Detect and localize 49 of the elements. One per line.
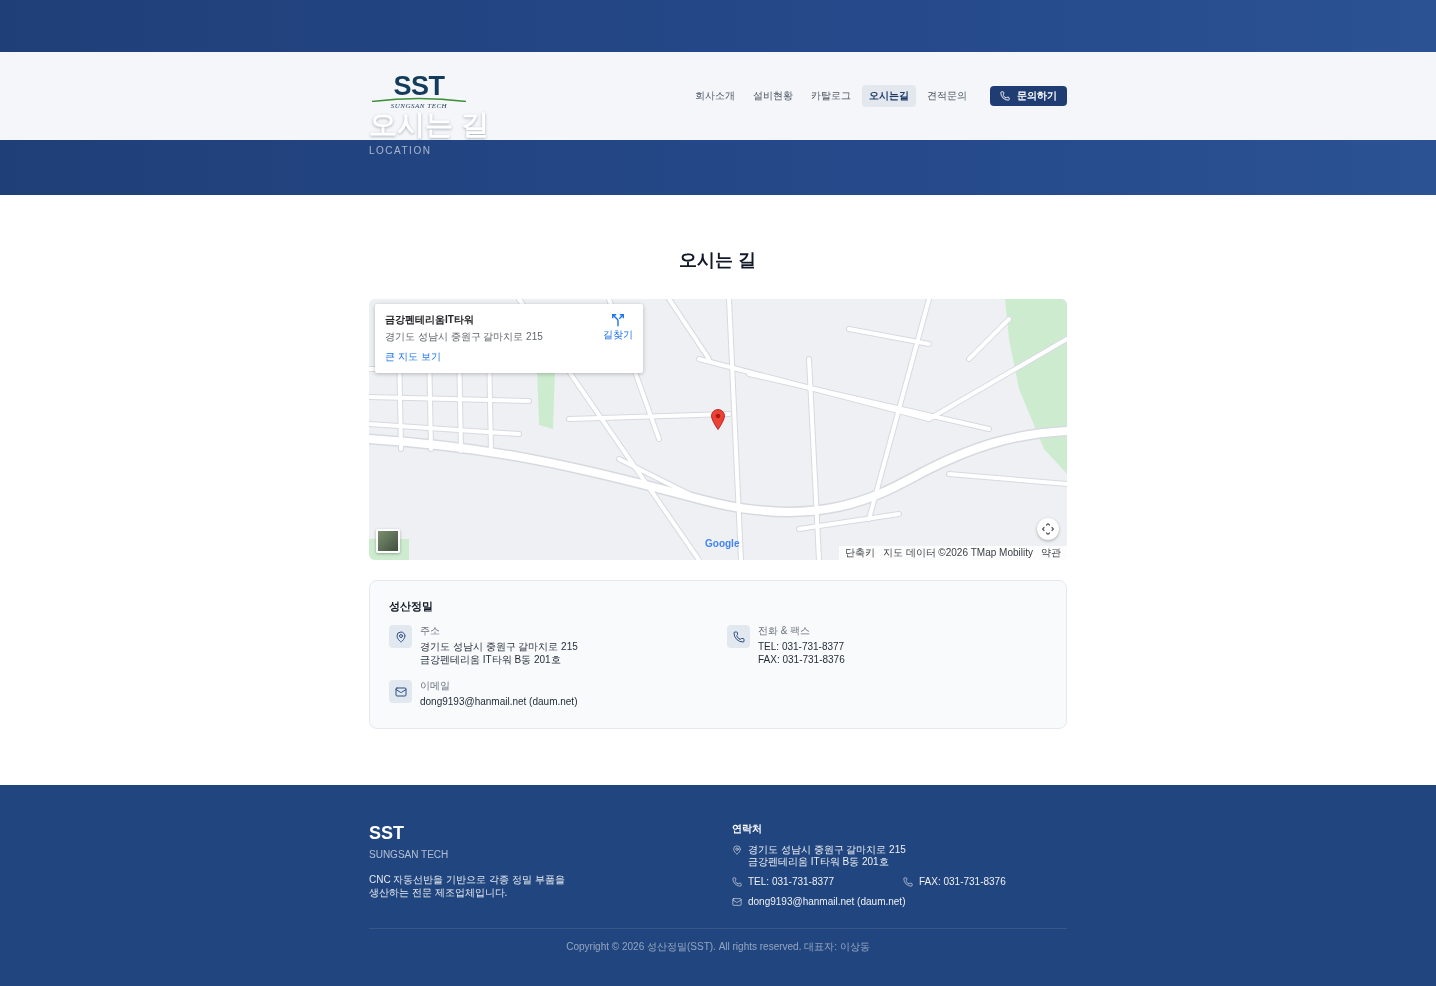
mail-icon: [732, 897, 742, 907]
nav-link[interactable]: 설비현황: [746, 85, 800, 107]
map-data-credit: 지도 데이터 ©2026 TMap Mobility: [882, 547, 1033, 559]
map-pin-icon: [732, 845, 742, 855]
map-pin-icon: [711, 409, 725, 430]
contact-button[interactable]: 문의하기: [990, 86, 1067, 106]
phone-icon: [732, 877, 742, 887]
nav-link[interactable]: 견적문의: [920, 85, 974, 107]
logo-wordmark: SST: [393, 74, 445, 98]
contact-value: FAX: 031-731-8376: [758, 653, 845, 666]
place-address: 경기도 성남시 중원구 갈마치로 215: [385, 330, 543, 343]
footer-contact-text: TEL: 031-731-8377: [748, 876, 835, 888]
footer-brand: SST: [369, 823, 404, 843]
mail-icon: [389, 680, 412, 703]
contact-label: 이메일: [420, 680, 450, 692]
footer-contact-text: 금강펜테리움 IT타워 B동 201호: [748, 856, 889, 868]
place-name: 금강펜테리움IT타워: [385, 313, 474, 326]
card-title: 성산정밀: [389, 599, 433, 613]
copyright-text: Copyright © 2026 성산정밀(SST). All rights reserved. 대표자: 이상동: [566, 941, 870, 953]
swoosh-icon: [371, 97, 467, 102]
nav-link[interactable]: 오시는길: [862, 85, 916, 107]
google-logo: Google: [705, 538, 740, 550]
split-arrow-icon: [611, 313, 625, 327]
map-pin-icon: [389, 625, 412, 648]
footer-contact-text: FAX: 031-731-8376: [919, 876, 1006, 888]
terms-link[interactable]: 약관: [1041, 547, 1061, 559]
satellite-thumbnail[interactable]: [376, 529, 400, 553]
four-way-chevrons-icon: [1042, 523, 1054, 535]
footer-tagline: SUNGSAN TECH: [369, 849, 449, 861]
nav-link[interactable]: 카탈로그: [804, 85, 858, 107]
phone-icon: [1000, 91, 1010, 101]
contact-value: 금강펜테리움 IT타워 B동 201호: [420, 653, 561, 666]
nav-link[interactable]: 회사소개: [688, 85, 742, 107]
phone-icon: [903, 877, 913, 887]
contact-value: dong9193@hanmail.net (daum.net): [420, 695, 578, 708]
hero-subtitle: LOCATION: [369, 145, 432, 157]
contact-value: 경기도 성남시 중원구 갈마치로 215: [420, 640, 578, 653]
footer-contact-text: dong9193@hanmail.net (daum.net): [748, 896, 906, 908]
larger-map-link[interactable]: 큰 지도 보기: [385, 351, 441, 363]
contact-label: 주소: [420, 625, 440, 637]
footer-description: CNC 자동선반을 기반으로 각종 정밀 부품을 생산하는 전문 제조업체입니다.: [369, 873, 565, 899]
contact-value: TEL: 031-731-8377: [758, 640, 845, 653]
footer-contact-text: 경기도 성남시 중원구 갈마치로 215: [748, 844, 906, 856]
directions-button[interactable]: 길찾기: [603, 313, 633, 343]
footer-contact-title: 연락처: [732, 823, 762, 835]
contact-label: 전화 & 팩스: [758, 625, 811, 637]
phone-icon: [727, 625, 750, 648]
shortcuts-link[interactable]: 단축키: [844, 547, 875, 559]
section-title: 오시는 길: [679, 249, 757, 272]
